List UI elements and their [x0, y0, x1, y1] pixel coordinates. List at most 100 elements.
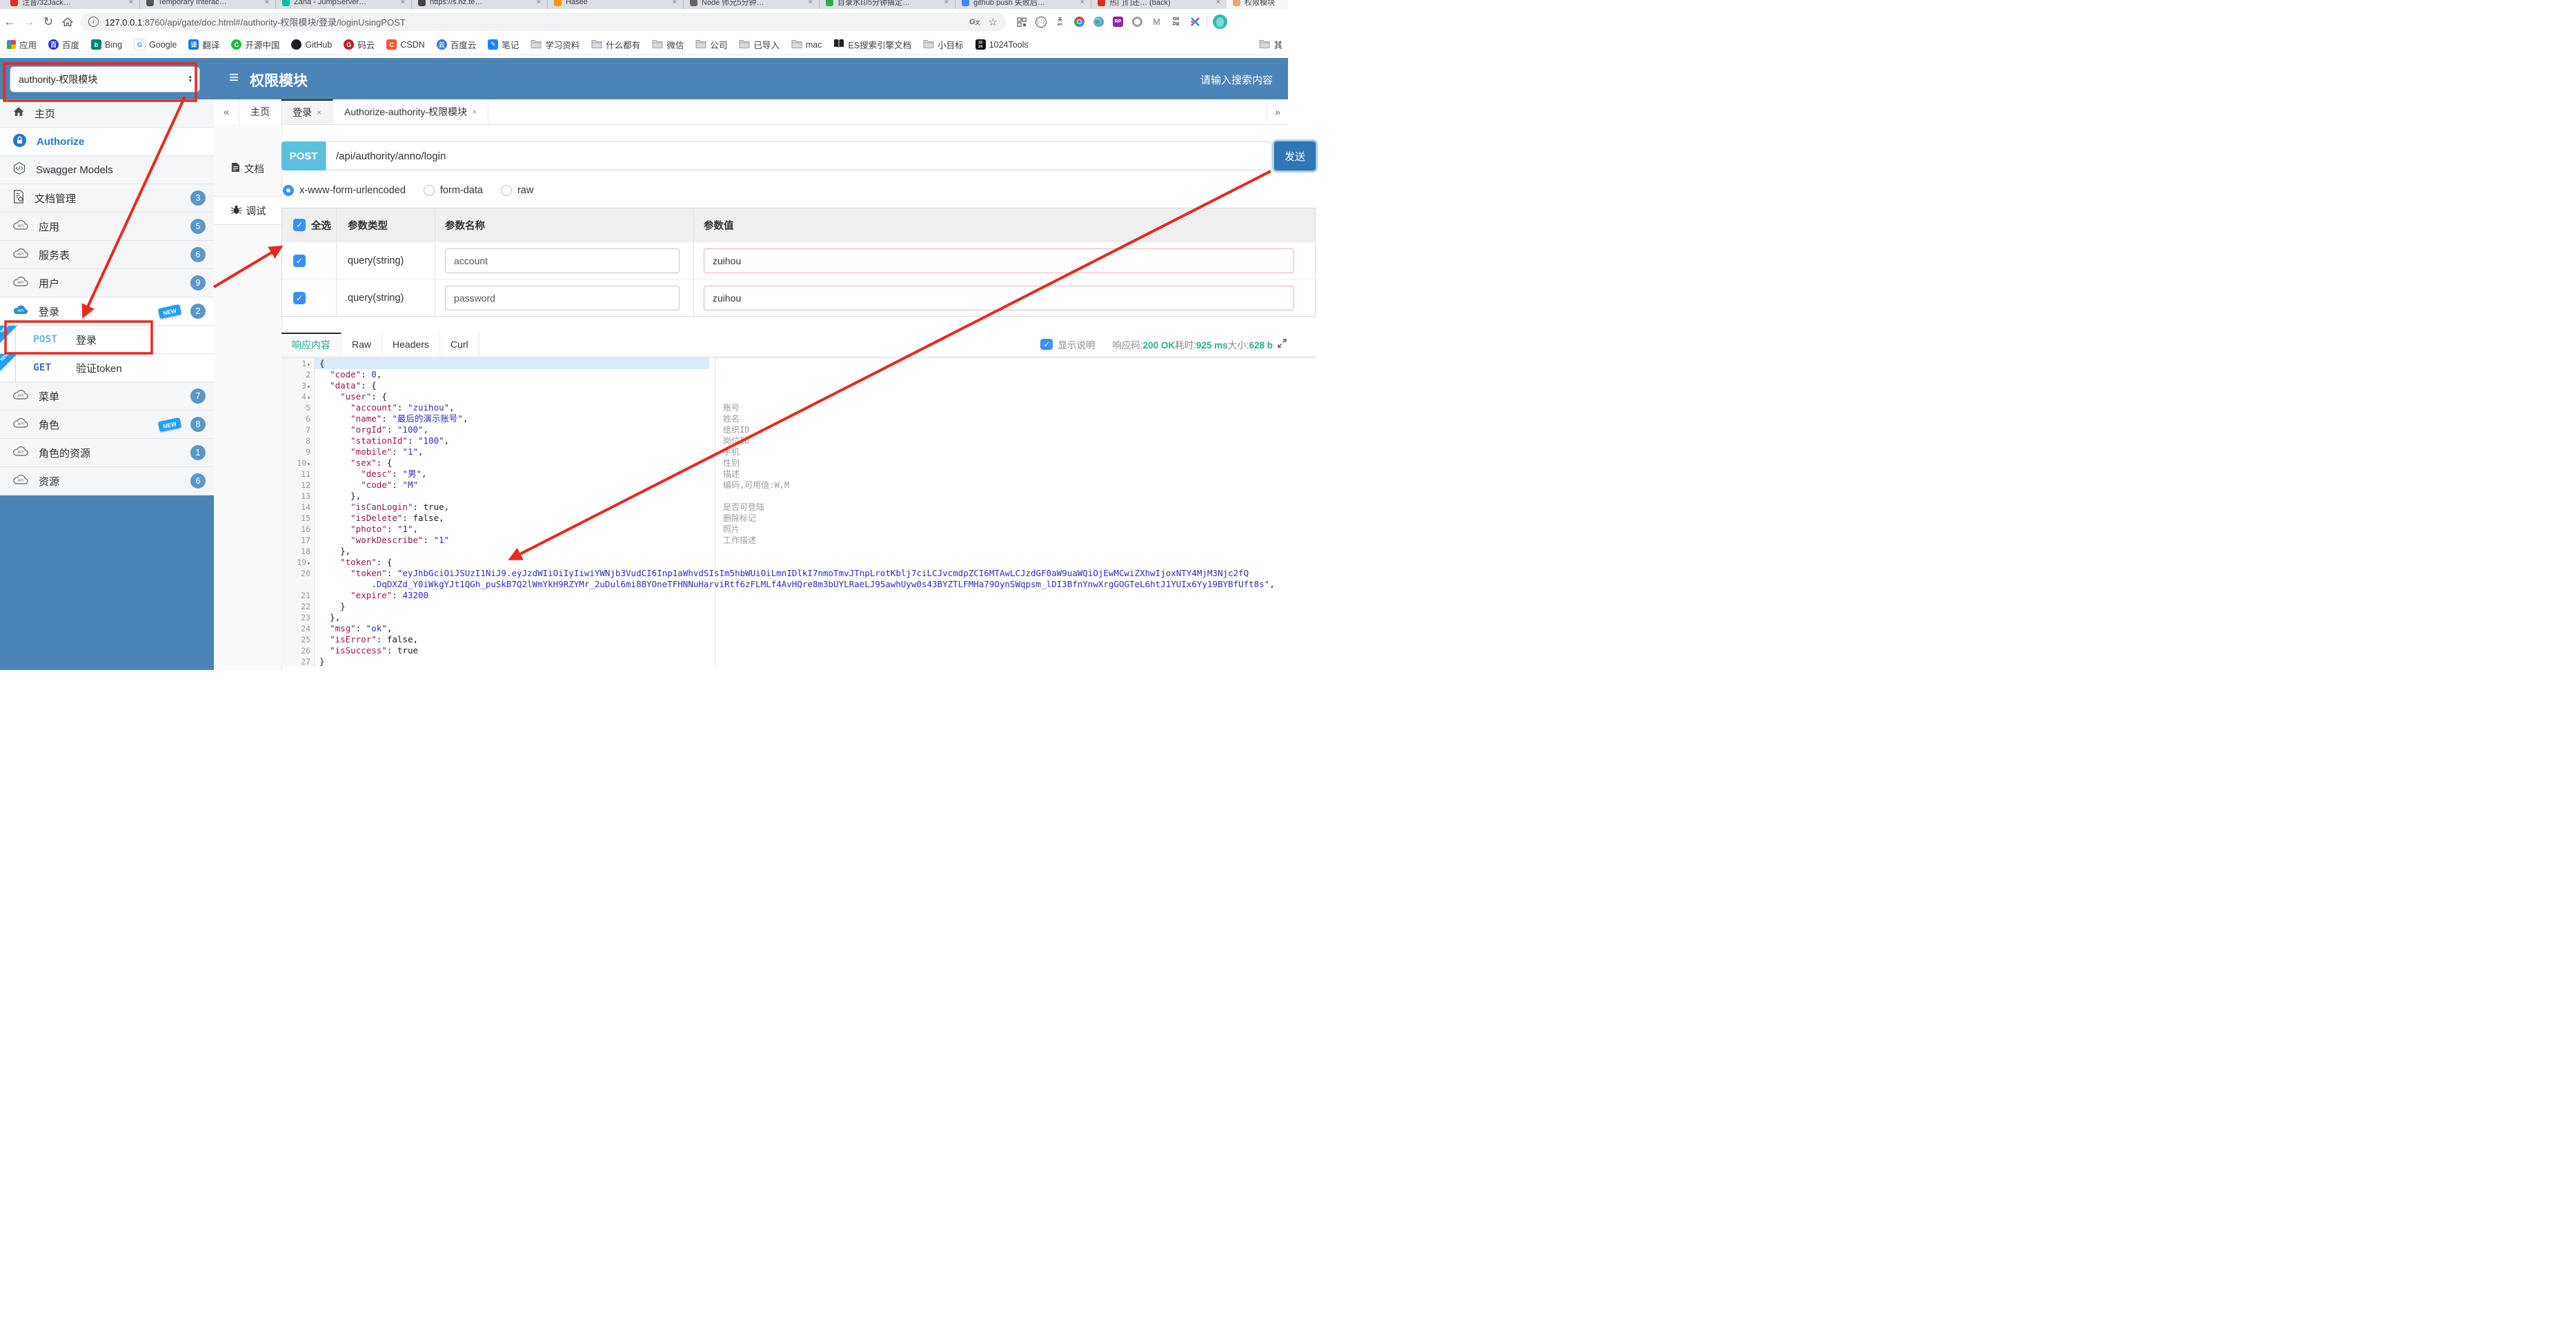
bookmark-item[interactable]: 小目标	[923, 38, 964, 51]
tab-close-icon[interactable]: ×	[944, 0, 949, 6]
param-checkbox[interactable]: ✓	[293, 254, 306, 267]
tab-close-icon[interactable]: ×	[809, 0, 813, 6]
sidebar-item[interactable]: API 应用 5	[0, 213, 214, 241]
mini-tab-文档[interactable]: 文档	[214, 155, 281, 182]
content-type-radio[interactable]: x-www-form-urlencoded	[283, 185, 406, 196]
browser-tab[interactable]: 权限模块×	[1227, 0, 1288, 9]
browser-tab[interactable]: 目录水印5分钟搞定… ×	[819, 0, 955, 9]
tab-close-icon[interactable]: ×	[401, 0, 405, 6]
bookmark-item[interactable]: 什么都有	[591, 38, 640, 51]
show-description-checkbox[interactable]: ✓	[1040, 339, 1053, 350]
sidebar-item-post-登录[interactable]: NEW POST 登录	[0, 324, 214, 354]
send-button[interactable]: 发送	[1274, 141, 1316, 170]
param-name-input[interactable]: password	[445, 285, 680, 311]
sidebar-item[interactable]: Swagger Models	[0, 156, 214, 184]
sidebar-item[interactable]: API 角色 NEW 8	[0, 411, 214, 439]
browser-tab[interactable]: github push 失败后… ×	[955, 0, 1091, 9]
param-name-input[interactable]: account	[445, 248, 680, 273]
extension-icon-qr[interactable]	[1015, 16, 1027, 28]
home-icon[interactable]	[58, 17, 77, 28]
bookmark-item[interactable]: 学习资料	[531, 38, 579, 51]
address-bar[interactable]: i 127.0.0.1:8760/api/gate/doc.html#/auth…	[80, 12, 1006, 31]
browser-tab[interactable]: Hasee ×	[547, 0, 683, 9]
forward-icon[interactable]: →	[19, 15, 39, 29]
response-tab[interactable]: Curl	[440, 333, 479, 356]
bookmark-item[interactable]: 译翻译	[188, 38, 219, 51]
bookmark-item[interactable]: 公司	[695, 38, 727, 51]
tab-close-icon[interactable]: ×	[265, 0, 269, 6]
bookmark-item[interactable]: 应用	[7, 38, 37, 51]
collapse-sidebar-button[interactable]: «	[214, 99, 239, 124]
bookmark-item[interactable]: C 开源中国	[231, 38, 279, 51]
browser-tab[interactable]: Node 师兄5分钟… ×	[683, 0, 819, 9]
sidebar-item[interactable]: API 服务表 6	[0, 241, 214, 269]
bookmark-item[interactable]: C CSDN	[386, 39, 425, 50]
translate-page-icon[interactable]: G文	[969, 18, 980, 26]
browser-tab[interactable]: Temporary Interac… ×	[139, 0, 275, 9]
doc-tab[interactable]: 登录 ×	[281, 99, 334, 124]
bookmark-item[interactable]: ES搜索引擎文档	[833, 38, 911, 51]
tab-close-icon[interactable]: ×	[1080, 0, 1084, 6]
bookmark-item[interactable]: 百百度	[48, 38, 79, 51]
response-tab[interactable]: Raw	[341, 333, 383, 356]
menu-icon[interactable]: ≡	[229, 68, 239, 88]
content-type-radio[interactable]: raw	[500, 185, 533, 196]
bookmark-item[interactable]: b Bing	[91, 39, 122, 50]
fold-arrow-icon[interactable]: ▾	[307, 395, 310, 401]
tab-close-icon[interactable]: ×	[317, 108, 321, 117]
fold-arrow-icon[interactable]: ▾	[307, 384, 310, 390]
request-url-input[interactable]: /api/authority/anno/login	[326, 141, 1271, 170]
tab-close-icon[interactable]: ×	[1216, 0, 1220, 6]
browser-tab[interactable]: Zana - JumpServer… ×	[275, 0, 411, 9]
tab-close-icon[interactable]: ×	[673, 0, 677, 6]
extension-icon-chrome[interactable]	[1073, 16, 1085, 28]
doc-tab[interactable]: 主页	[239, 99, 281, 124]
bookmark-item[interactable]: mac	[791, 39, 822, 50]
bookmark-item[interactable]: GitHub	[291, 39, 332, 50]
fold-arrow-icon[interactable]: ▾	[307, 461, 310, 467]
extension-icon-braces[interactable]: {…}	[1035, 16, 1047, 28]
bookmark-star-icon[interactable]: ☆	[989, 16, 998, 28]
extension-icon-m-shield[interactable]: M	[1151, 16, 1162, 28]
param-value-input[interactable]: zuihou	[704, 285, 1294, 311]
profile-avatar[interactable]	[1213, 14, 1227, 29]
site-info-icon[interactable]: i	[88, 17, 99, 27]
sidebar-item[interactable]: API 角色的资源 1	[0, 439, 214, 467]
doc-tab[interactable]: Authorize-authority-权限模块 ×	[333, 99, 489, 124]
sidebar-item[interactable]: 文档管理 3	[0, 184, 214, 213]
content-type-radio[interactable]: form-data	[423, 185, 483, 196]
extension-icon-keep[interactable]	[1189, 16, 1201, 28]
module-select[interactable]: authority-权限模块 ▲ ▼	[10, 66, 200, 92]
bookmark-item[interactable]: 10 24 1024Tools	[975, 39, 1029, 50]
extension-icon-ring[interactable]	[1131, 16, 1143, 28]
browser-tab-strip[interactable]: 注音/32Jack… × Temporary Interac… × Zana - Jum…	[0, 0, 1288, 9]
browser-tab[interactable]: 热门们还… (back) ×	[1091, 0, 1227, 9]
param-checkbox[interactable]: ✓	[293, 291, 306, 304]
search-input[interactable]: 请输入搜索内容	[1200, 72, 1273, 87]
select-all-checkbox[interactable]: ✓	[293, 219, 306, 231]
response-tab[interactable]: Headers	[382, 333, 440, 356]
expand-icon[interactable]	[1278, 339, 1287, 351]
bookmark-item[interactable]: 云百度云	[436, 38, 476, 51]
other-bookmarks[interactable]: 其	[1259, 38, 1282, 51]
browser-tab[interactable]: 注音/32Jack… ×	[4, 0, 139, 9]
sidebar-item[interactable]: API 登录 NEW 2	[0, 297, 214, 326]
bookmark-item[interactable]: ✎ 笔记	[488, 38, 519, 51]
bookmark-item[interactable]: G 码云	[344, 38, 375, 51]
extension-icon-rp[interactable]: RP	[1112, 16, 1124, 28]
extension-icon-globe[interactable]	[1093, 16, 1104, 28]
fold-arrow-icon[interactable]: ▾	[307, 560, 310, 566]
back-icon[interactable]: ←	[0, 15, 19, 29]
fold-arrow-icon[interactable]: ▾	[307, 362, 310, 368]
bookmark-item[interactable]: 微信	[652, 38, 684, 51]
response-tab[interactable]: 响应内容	[281, 333, 341, 356]
extension-icon-translate[interactable]: 英 en	[1054, 16, 1066, 28]
bookmark-item[interactable]: 已导入	[739, 38, 780, 51]
sidebar-item[interactable]: API 用户 9	[0, 269, 214, 297]
tab-close-icon[interactable]: ×	[537, 0, 541, 6]
bookmark-item[interactable]: G Google	[134, 39, 177, 50]
param-value-input[interactable]: zuihou	[704, 248, 1294, 273]
browser-tab[interactable]: https://s.nz.te… ×	[411, 0, 547, 9]
reload-icon[interactable]: ↻	[39, 15, 58, 29]
more-tabs-button[interactable]: »	[1267, 99, 1288, 124]
